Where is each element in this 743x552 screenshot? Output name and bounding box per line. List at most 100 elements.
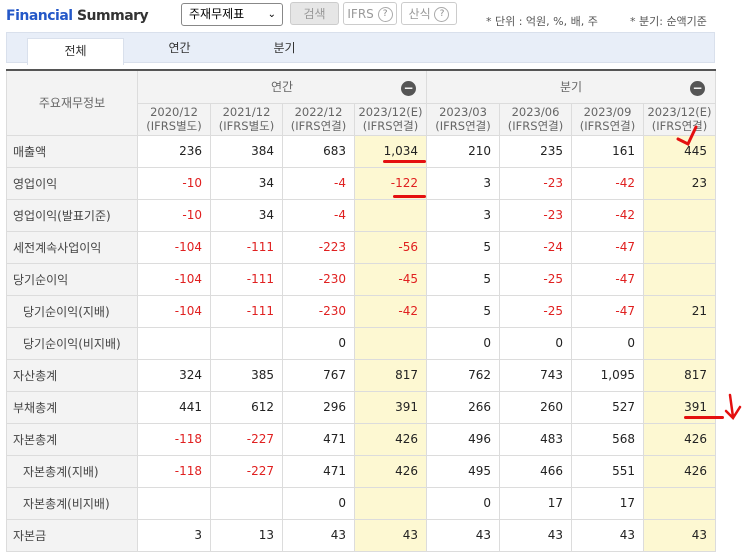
table-cell: -104 [137, 294, 211, 328]
column-period: 2023/12(E) [358, 105, 423, 119]
table-row: 부채총계 441 612 296 391 266 260 527 391 [6, 390, 716, 424]
table-cell: 17 [571, 486, 644, 520]
row-label[interactable]: 세전계속사업이익 [6, 230, 138, 264]
table-cell [643, 262, 716, 296]
row-label[interactable]: 자본총계(비지배) [6, 486, 138, 520]
table-cell: 0 [571, 326, 644, 360]
ifrs-button[interactable]: IFRS ? [343, 2, 397, 25]
table-cell: 0 [426, 326, 500, 360]
table-cell: 0 [426, 486, 500, 520]
tab-quarter[interactable]: 분기 [237, 33, 332, 64]
column-header: 2022/12 (IFRS연결) [282, 102, 355, 136]
row-label[interactable]: 당기순이익 [6, 262, 138, 296]
table-cell: -223 [282, 230, 355, 264]
table-cell: 483 [499, 422, 572, 456]
table-row: 당기순이익(비지배) 0 0 0 0 [6, 326, 716, 360]
row-label[interactable]: 자산총계 [6, 358, 138, 392]
column-basis: (IFRS연결) [362, 119, 419, 133]
column-header: 2023/06 (IFRS연결) [499, 102, 572, 136]
row-label[interactable]: 당기순이익(지배) [6, 294, 138, 328]
table-cell: 5 [426, 262, 500, 296]
table-cell: -111 [210, 230, 283, 264]
column-period: 2020/12 [150, 105, 198, 119]
table-cell [137, 326, 211, 360]
row-header: 주요재무정보 [6, 69, 138, 136]
collapse-icon[interactable]: − [690, 81, 705, 96]
chevron-down-icon: ⌄ [267, 9, 276, 20]
table-cell: 612 [210, 390, 283, 424]
table-cell: 43 [282, 518, 355, 552]
tab-annual[interactable]: 연간 [132, 33, 227, 64]
row-label[interactable]: 매출액 [6, 134, 138, 168]
table-cell: 1,095 [571, 358, 644, 392]
table-cell: -56 [354, 230, 427, 264]
column-basis: (IFRS별도) [218, 119, 275, 133]
table-cell: 296 [282, 390, 355, 424]
table-cell [354, 326, 427, 360]
table-cell: 496 [426, 422, 500, 456]
table-cell: -111 [210, 294, 283, 328]
column-basis: (IFRS연결) [435, 119, 491, 133]
table-cell: -23 [499, 166, 572, 200]
table-cell: 43 [643, 518, 716, 552]
row-label[interactable]: 자본총계(지배) [6, 454, 138, 488]
table-cell: -42 [571, 166, 644, 200]
table-cell: 161 [571, 134, 644, 168]
column-header: 2020/12 (IFRS별도) [137, 102, 211, 136]
annotation-check-icon [676, 125, 698, 147]
tab-bar: 전체 연간 분기 [6, 32, 715, 65]
table-row: 매출액 236 384 683 1,034 210 235 161 445 [6, 134, 716, 168]
table-cell: 0 [282, 486, 355, 520]
table-cell: 0 [499, 326, 572, 360]
table-cell: -24 [499, 230, 572, 264]
row-label[interactable]: 영업이익 [6, 166, 138, 200]
table-cell: -25 [499, 262, 572, 296]
column-header: 2023/03 (IFRS연결) [426, 102, 500, 136]
table-cell: 210 [426, 134, 500, 168]
search-button[interactable]: 검색 [290, 2, 339, 25]
table-cell: 5 [426, 230, 500, 264]
table-cell: -4 [282, 166, 355, 200]
table-cell: 385 [210, 358, 283, 392]
column-period: 2021/12 [222, 105, 271, 119]
formula-button[interactable]: 산식 ? [401, 2, 457, 25]
table-cell: 426 [354, 454, 427, 488]
table-cell: 34 [210, 198, 283, 232]
column-header: 2023/12(E) (IFRS연결) [354, 102, 427, 136]
quarter-note: * 분기: 순액기준 [630, 15, 707, 28]
table-cell: 43 [571, 518, 644, 552]
table-cell: 13 [210, 518, 283, 552]
table-row: 영업이익 -10 34 -4 -122 3 -23 -42 23 [6, 166, 716, 200]
table-cell: -104 [137, 262, 211, 296]
collapse-icon[interactable]: − [401, 81, 416, 96]
table-cell: -4 [282, 198, 355, 232]
row-label[interactable]: 당기순이익(비지배) [6, 326, 138, 360]
table-cell: 817 [643, 358, 716, 392]
table-cell [354, 198, 427, 232]
table-cell: -10 [137, 166, 211, 200]
financial-summary-table: 주요재무정보 연간 − 분기 − 2020/12 (IFRS별도) 2021/12 (IF… [6, 69, 716, 552]
table-cell: 527 [571, 390, 644, 424]
table-cell: 426 [643, 454, 716, 488]
statement-select[interactable]: 주재무제표 ⌄ [181, 3, 283, 26]
table-cell: 235 [499, 134, 572, 168]
table-cell: 0 [282, 326, 355, 360]
tab-all[interactable]: 전체 [27, 38, 124, 65]
row-label[interactable]: 부채총계 [6, 390, 138, 424]
row-label[interactable]: 자본총계 [6, 422, 138, 456]
column-basis: (IFRS별도) [146, 119, 202, 133]
unit-note: * 단위 : 억원, %, 배, 주 [486, 15, 598, 28]
table-cell: -104 [137, 230, 211, 264]
annual-group-header: 연간 − [137, 69, 427, 104]
table-cell: 17 [499, 486, 572, 520]
annotation-arrow-icon [724, 393, 742, 420]
table-cell: 260 [499, 390, 572, 424]
table-cell: 466 [499, 454, 572, 488]
table-cell: 471 [282, 454, 355, 488]
row-label[interactable]: 영업이익(발표기준) [6, 198, 138, 232]
table-cell: 43 [426, 518, 500, 552]
row-label[interactable]: 자본금 [6, 518, 138, 552]
column-period: 2023/06 [511, 105, 560, 119]
table-cell: -230 [282, 294, 355, 328]
annotation-underline [383, 160, 426, 163]
